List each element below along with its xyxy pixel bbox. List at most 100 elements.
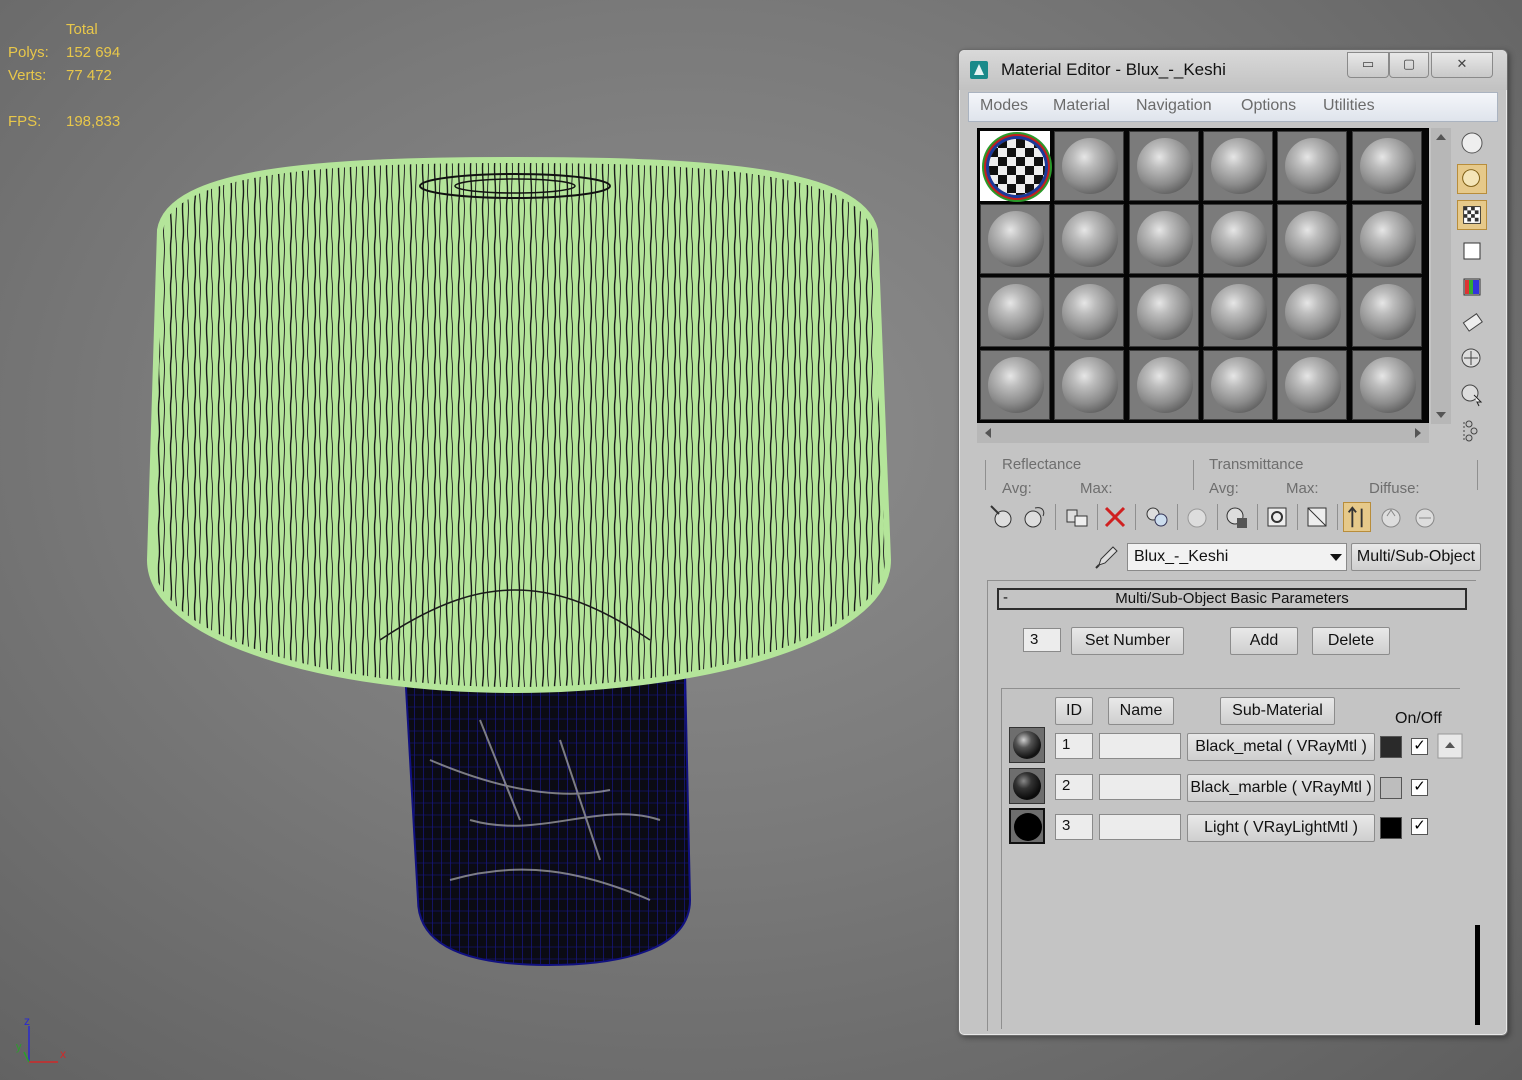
assign-to-selection-icon[interactable] (1063, 502, 1091, 532)
sample-slot[interactable] (980, 350, 1050, 420)
show-end-result-icon[interactable] (1303, 502, 1331, 532)
on-off-checkbox[interactable]: ✓ (1411, 779, 1428, 796)
sample-slot[interactable] (1054, 277, 1125, 347)
sub-material-preview-3[interactable] (1009, 808, 1045, 844)
select-by-material-icon[interactable] (1457, 380, 1487, 410)
menu-navigation[interactable]: Navigation (1136, 97, 1212, 115)
sample-slot[interactable] (1128, 277, 1199, 347)
menu-modes[interactable]: Modes (980, 97, 1028, 115)
sample-slot[interactable] (980, 131, 1050, 201)
on-off-checkbox[interactable]: ✓ (1411, 818, 1428, 835)
material-type-button[interactable]: Multi/Sub-Object (1351, 543, 1481, 571)
background-checker-icon[interactable] (1457, 200, 1487, 230)
sample-slot[interactable] (1351, 350, 1422, 420)
sort-by-sub-material-button[interactable]: Sub-Material (1220, 697, 1335, 725)
sort-by-name-button[interactable]: Name (1108, 697, 1174, 725)
menu-options[interactable]: Options (1241, 97, 1296, 115)
make-unique-icon[interactable] (1143, 502, 1171, 532)
set-number-button[interactable]: Set Number (1071, 627, 1184, 655)
material-toolbar (983, 502, 1483, 536)
sample-slot[interactable] (1054, 131, 1125, 201)
delete-button[interactable]: Delete (1312, 627, 1390, 655)
reset-map-icon[interactable] (1101, 502, 1129, 532)
transmittance-avg-label: Avg: (1209, 480, 1239, 497)
sample-slot[interactable] (1351, 204, 1422, 274)
menu-material[interactable]: Material (1053, 97, 1110, 115)
put-to-library-icon[interactable] (1183, 502, 1211, 532)
sub-material-count-field[interactable]: 3 (1023, 628, 1061, 652)
panel-scrollbar[interactable] (1475, 925, 1480, 1025)
close-button[interactable]: ✕ (1431, 52, 1493, 78)
sample-slot[interactable] (1128, 350, 1199, 420)
sample-slot[interactable] (1202, 204, 1273, 274)
sub-material-name-field[interactable] (1099, 814, 1181, 840)
sub-material-preview-2[interactable] (1009, 768, 1045, 804)
sample-type-icon[interactable] (1457, 128, 1487, 158)
go-to-parent-icon[interactable] (1343, 502, 1371, 532)
sub-material-id-field[interactable]: 2 (1055, 774, 1093, 800)
go-forward-sibling-icon[interactable] (1377, 502, 1405, 532)
eyedropper-icon[interactable] (1093, 543, 1119, 571)
sort-by-id-button[interactable]: ID (1055, 697, 1093, 725)
color-swatch[interactable] (1380, 817, 1402, 839)
pick-material-icon[interactable] (1411, 502, 1439, 532)
slots-horizontal-scrollbar[interactable] (977, 423, 1429, 443)
material-name-dropdown[interactable]: Blux_-_Keshi (1127, 543, 1347, 571)
viewport-scene[interactable] (0, 0, 950, 1080)
material-name-value: Blux_-_Keshi (1134, 548, 1229, 565)
sample-slot[interactable] (1128, 204, 1199, 274)
get-material-icon[interactable] (987, 502, 1015, 532)
sample-slot[interactable] (1277, 350, 1348, 420)
minimize-button[interactable]: ▭ (1347, 52, 1389, 78)
transmittance-max-label: Max: (1286, 480, 1319, 497)
sub-material-button[interactable]: Light ( VRayLightMtl ) (1187, 814, 1375, 842)
sample-slot[interactable] (1277, 204, 1348, 274)
maximize-button[interactable]: ▢ (1389, 52, 1429, 78)
sample-uv-tiling-icon[interactable] (1457, 236, 1487, 266)
sample-slot[interactable] (1202, 131, 1273, 201)
sample-slot[interactable] (1128, 131, 1199, 201)
menu-utilities[interactable]: Utilities (1323, 97, 1375, 115)
sample-slot[interactable] (980, 204, 1050, 274)
material-map-navigator-icon[interactable] (1457, 416, 1487, 446)
make-preview-icon[interactable] (1457, 308, 1487, 338)
backlight-icon[interactable] (1457, 164, 1487, 194)
sample-slot[interactable] (1202, 350, 1273, 420)
transmittance-label: Transmittance (1209, 456, 1304, 473)
title-bar[interactable]: Material Editor - Blux_-_Keshi ▭ ▢ ✕ (959, 50, 1507, 90)
material-id-channel-icon[interactable] (1223, 502, 1251, 532)
options-icon[interactable] (1457, 344, 1487, 374)
sample-slot[interactable] (1277, 131, 1348, 201)
sample-slot[interactable] (1351, 277, 1422, 347)
show-shaded-in-viewport-icon[interactable] (1263, 502, 1291, 532)
sample-slot[interactable] (1054, 204, 1125, 274)
sub-material-id-field[interactable]: 1 (1055, 733, 1093, 759)
sample-sphere-icon (988, 284, 1044, 340)
list-scroll-up-icon[interactable] (1437, 733, 1463, 759)
on-off-checkbox[interactable]: ✓ (1411, 738, 1428, 755)
sample-slot[interactable] (980, 277, 1050, 347)
sample-slot[interactable] (1054, 350, 1125, 420)
slots-vertical-scrollbar[interactable] (1431, 128, 1451, 424)
sample-slot[interactable] (1277, 277, 1348, 347)
reflectance-label: Reflectance (1002, 456, 1082, 473)
video-color-check-icon[interactable] (1457, 272, 1487, 302)
sub-material-preview-1[interactable] (1009, 727, 1045, 763)
sub-material-name-field[interactable] (1099, 774, 1181, 800)
axis-z-label: z (24, 1014, 30, 1028)
color-swatch[interactable] (1380, 777, 1402, 799)
material-editor-window: Material Editor - Blux_-_Keshi ▭ ▢ ✕ Mod… (958, 49, 1508, 1036)
sample-sphere-icon (1359, 138, 1416, 194)
sub-material-id-field[interactable]: 3 (1055, 814, 1093, 840)
reflectance-avg-label: Avg: (1002, 480, 1032, 497)
sub-material-button[interactable]: Black_metal ( VRayMtl ) (1187, 733, 1375, 761)
sample-sphere-icon (1062, 357, 1119, 413)
add-button[interactable]: Add (1230, 627, 1298, 655)
put-to-scene-icon[interactable] (1021, 502, 1049, 532)
sub-material-button[interactable]: Black_marble ( VRayMtl ) (1187, 774, 1375, 802)
sample-slot[interactable] (1202, 277, 1273, 347)
sub-material-name-field[interactable] (1099, 733, 1181, 759)
sample-slot[interactable] (1351, 131, 1422, 201)
color-swatch[interactable] (1380, 736, 1402, 758)
rollout-header[interactable]: - Multi/Sub-Object Basic Parameters (997, 588, 1467, 610)
